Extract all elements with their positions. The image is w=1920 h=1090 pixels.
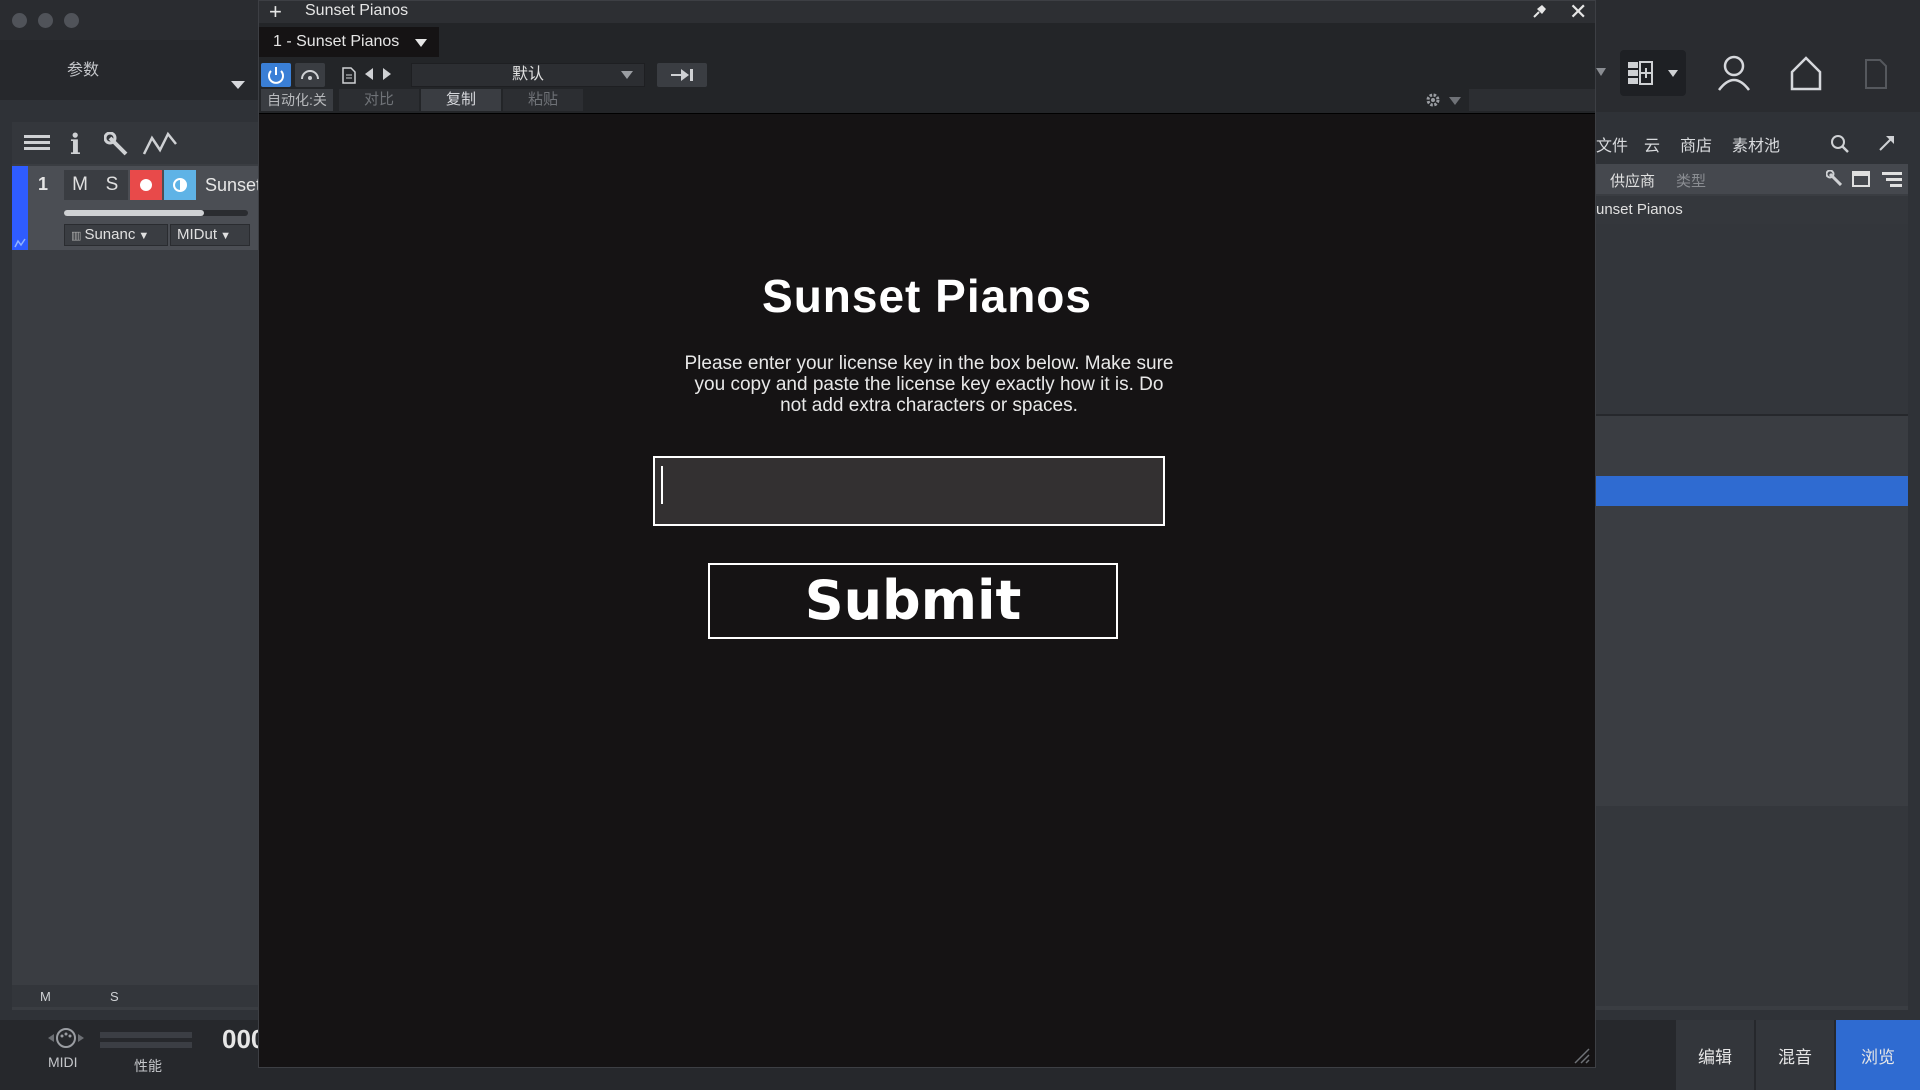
- close-window-icon[interactable]: [12, 13, 27, 28]
- plugin-titlebar[interactable]: [259, 1, 1595, 23]
- chevron-down-icon[interactable]: [621, 71, 633, 79]
- license-key-input[interactable]: [653, 456, 1165, 526]
- midi-label: MIDI: [48, 1054, 78, 1070]
- midi-input-label: MIDut: [177, 226, 218, 243]
- next-preset-icon[interactable]: [381, 67, 393, 81]
- browser-tab-pool[interactable]: 素材池: [1732, 132, 1780, 156]
- license-instructions: Please enter your license key in the box…: [684, 353, 1174, 416]
- wrench-icon[interactable]: [1826, 170, 1842, 186]
- layout-button[interactable]: [1620, 50, 1686, 96]
- search-icon[interactable]: [1830, 134, 1850, 154]
- minimize-window-icon[interactable]: [38, 13, 53, 28]
- submit-button[interactable]: Submit: [708, 563, 1118, 639]
- automation-off-label[interactable]: 自动化:关: [261, 89, 333, 111]
- solo-button[interactable]: S: [96, 170, 128, 200]
- document-icon[interactable]: [1864, 58, 1888, 90]
- preset-tab[interactable]: 1 - Sunset Pianos: [259, 27, 439, 57]
- plugin-search-field[interactable]: [1469, 89, 1595, 111]
- automation-small-icon: [14, 238, 26, 248]
- info-icon[interactable]: i: [70, 128, 81, 161]
- browser-item[interactable]: unset Pianos: [1596, 196, 1908, 224]
- text-caret: [661, 466, 663, 504]
- preset-menu-icon[interactable]: [339, 63, 359, 87]
- plugin-window-title: Sunset Pianos: [305, 2, 409, 19]
- mute-button[interactable]: M: [64, 170, 96, 200]
- automation-curve-icon[interactable]: [142, 130, 178, 156]
- browser-divider[interactable]: [1596, 414, 1908, 416]
- performance-meter: [100, 1032, 192, 1038]
- track-panel: [12, 122, 258, 1010]
- chevron-down-icon: ▼: [217, 230, 231, 242]
- track-number: 1: [38, 174, 49, 194]
- browser-list: [1596, 224, 1908, 414]
- chevron-down-icon: ▼: [135, 230, 150, 242]
- column-vendor[interactable]: 供应商: [1610, 170, 1655, 191]
- wrench-icon[interactable]: [104, 132, 128, 156]
- add-icon[interactable]: +: [269, 1, 282, 23]
- previous-preset-icon[interactable]: [363, 67, 375, 81]
- browser-preview-area: [1596, 806, 1908, 1006]
- performance-meter: [100, 1042, 192, 1048]
- browser-tab-store[interactable]: 商店: [1680, 132, 1712, 156]
- monitor-button[interactable]: [164, 170, 196, 200]
- volume-fader-fill: [64, 210, 204, 216]
- instrument-select[interactable]: ▥ Sunanc ▼: [64, 224, 168, 246]
- instrument-label: Sunanc: [84, 226, 136, 243]
- copy-button[interactable]: 复制: [421, 89, 501, 111]
- expand-icon[interactable]: [1878, 134, 1896, 152]
- chevron-down-icon[interactable]: [1449, 97, 1461, 105]
- home-icon[interactable]: [1788, 54, 1824, 92]
- midi-icon[interactable]: [46, 1026, 86, 1050]
- sidechain-route-button[interactable]: [657, 63, 707, 87]
- product-title: Sunset Pianos: [762, 270, 1092, 322]
- plugin-window: + Sunset Pianos ✕ 1 - Sunset Pianos 默认 自…: [258, 0, 1596, 1068]
- params-label: 参数: [67, 62, 100, 79]
- track-footer: M S: [12, 985, 258, 1007]
- pin-icon[interactable]: [1531, 4, 1547, 20]
- list-icon[interactable]: [24, 134, 50, 152]
- midi-input-select[interactable]: MIDut ▼: [170, 224, 250, 246]
- footer-mute[interactable]: M: [40, 989, 51, 1004]
- preset-tabbar: [259, 23, 1595, 57]
- view-icon[interactable]: [1852, 171, 1870, 187]
- automation-read-button[interactable]: [295, 63, 325, 87]
- close-icon[interactable]: ✕: [1569, 1, 1587, 23]
- tab-browse[interactable]: 浏览: [1836, 1020, 1920, 1090]
- preset-select[interactable]: 默认: [411, 63, 645, 87]
- chevron-down-icon[interactable]: [415, 39, 427, 47]
- paste-button[interactable]: 粘贴: [503, 89, 583, 111]
- power-button[interactable]: [261, 63, 291, 87]
- track-name[interactable]: Sunset: [205, 175, 261, 196]
- chevron-down-icon[interactable]: [230, 80, 246, 90]
- tab-edit[interactable]: 编辑: [1676, 1020, 1754, 1090]
- browser-tab-cloud[interactable]: 云: [1644, 132, 1660, 156]
- record-button[interactable]: [130, 170, 162, 200]
- gear-icon[interactable]: [1421, 89, 1445, 111]
- zoom-window-icon[interactable]: [64, 13, 79, 28]
- chevron-down-icon[interactable]: [1596, 62, 1608, 82]
- user-icon[interactable]: [1716, 54, 1752, 92]
- browser-tab-files[interactable]: 文件: [1596, 132, 1628, 156]
- tree-view-icon[interactable]: [1882, 171, 1902, 187]
- keyboard-icon: ▥: [71, 230, 85, 242]
- performance-label: 性能: [134, 1058, 162, 1074]
- resize-grip-icon[interactable]: [1571, 1045, 1591, 1065]
- tab-mix[interactable]: 混音: [1756, 1020, 1834, 1090]
- column-type[interactable]: 类型: [1676, 170, 1706, 191]
- browser-selected-row[interactable]: [1596, 476, 1908, 506]
- footer-solo[interactable]: S: [110, 989, 119, 1004]
- compare-button[interactable]: 对比: [339, 89, 419, 111]
- params-bar: [0, 40, 258, 100]
